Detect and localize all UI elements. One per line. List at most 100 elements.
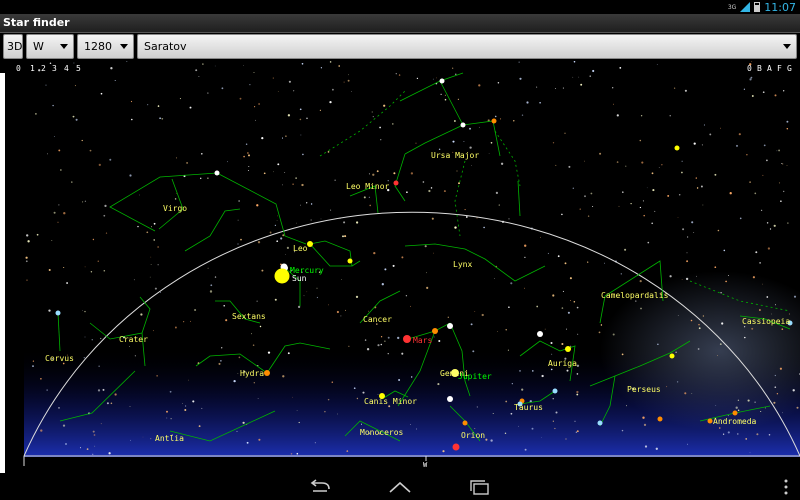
background-star — [280, 237, 283, 240]
background-star — [703, 124, 705, 126]
background-star — [133, 279, 135, 281]
background-star — [328, 304, 329, 306]
background-star — [702, 315, 705, 317]
view-3d-button[interactable]: 3D — [3, 34, 23, 59]
background-star — [562, 87, 564, 89]
background-star — [218, 362, 221, 365]
background-star — [126, 61, 128, 62]
background-star — [616, 114, 619, 117]
background-star — [94, 445, 96, 447]
background-star — [620, 273, 622, 275]
background-star — [431, 217, 434, 220]
background-star — [507, 349, 509, 351]
direction-select[interactable]: W — [26, 34, 74, 59]
background-star — [384, 268, 387, 271]
background-star — [401, 256, 404, 259]
background-star — [774, 386, 777, 389]
background-star — [550, 368, 553, 371]
background-star — [552, 294, 555, 297]
background-star — [316, 287, 318, 289]
background-star — [430, 187, 433, 189]
scale-label: B — [757, 64, 762, 73]
background-star — [541, 437, 542, 438]
background-star — [274, 224, 277, 227]
background-star — [722, 433, 725, 435]
background-star — [284, 172, 286, 173]
background-star — [190, 320, 191, 322]
resolution-select[interactable]: 1280 — [77, 34, 134, 59]
background-star — [320, 218, 322, 220]
background-star — [766, 159, 768, 162]
background-star — [347, 79, 350, 82]
background-star — [383, 104, 386, 107]
sky-chart[interactable]: W 0 1 2 3 4 5 0 B A F G Mercury Sun Mars… — [0, 61, 800, 473]
background-star — [695, 177, 697, 179]
background-star — [372, 173, 375, 176]
background-star — [300, 204, 301, 206]
mars-marker[interactable] — [403, 335, 411, 343]
background-star — [566, 369, 569, 372]
background-star — [346, 450, 349, 452]
background-star — [587, 261, 589, 263]
background-star — [256, 204, 259, 207]
background-star — [568, 165, 571, 168]
sky-map[interactable]: W 0 1 2 3 4 5 0 B A F G Mercury Sun Mars… — [0, 61, 800, 473]
scale-label: G — [787, 64, 792, 73]
background-star — [428, 189, 431, 193]
background-star — [86, 448, 89, 450]
background-star — [210, 284, 213, 287]
background-star — [221, 87, 224, 90]
background-star — [499, 118, 502, 120]
background-star — [766, 296, 769, 298]
background-star — [539, 236, 541, 238]
background-star — [651, 172, 654, 175]
background-star — [554, 87, 557, 90]
background-star — [760, 410, 762, 413]
background-star — [183, 321, 185, 323]
background-star — [282, 234, 285, 237]
back-icon[interactable] — [305, 476, 335, 498]
recent-apps-icon[interactable] — [465, 476, 495, 498]
background-star — [255, 119, 256, 121]
background-star — [185, 405, 187, 407]
background-star — [27, 240, 30, 243]
background-star — [329, 100, 332, 104]
background-star — [368, 173, 370, 175]
background-star — [642, 200, 644, 202]
background-star — [587, 215, 590, 217]
background-star — [225, 319, 228, 322]
background-star — [621, 429, 624, 432]
background-star — [274, 298, 277, 301]
background-star — [240, 238, 242, 241]
background-star — [508, 218, 510, 220]
background-star — [238, 200, 240, 202]
background-star — [457, 98, 460, 100]
background-star — [564, 132, 566, 134]
background-star — [680, 171, 683, 174]
background-star — [424, 245, 427, 248]
background-star — [207, 92, 209, 94]
location-select[interactable]: Saratov — [137, 34, 797, 59]
background-star — [641, 161, 644, 164]
background-star — [258, 438, 261, 441]
background-star — [233, 379, 236, 383]
background-star — [247, 154, 251, 157]
overflow-menu-icon[interactable] — [784, 479, 788, 495]
background-star — [261, 137, 264, 140]
background-star — [773, 401, 776, 404]
scale-label: 4 — [64, 64, 69, 73]
sun-marker[interactable] — [274, 268, 290, 284]
home-icon[interactable] — [385, 476, 415, 498]
background-star — [698, 324, 700, 326]
background-star — [72, 115, 75, 118]
background-star — [481, 313, 484, 317]
background-star — [57, 221, 59, 223]
background-star — [735, 144, 739, 147]
background-star — [376, 170, 379, 173]
background-star — [368, 196, 370, 198]
background-star — [100, 337, 102, 340]
background-star — [398, 74, 401, 76]
background-star — [373, 251, 376, 255]
background-star — [363, 196, 366, 199]
background-star — [380, 336, 383, 338]
